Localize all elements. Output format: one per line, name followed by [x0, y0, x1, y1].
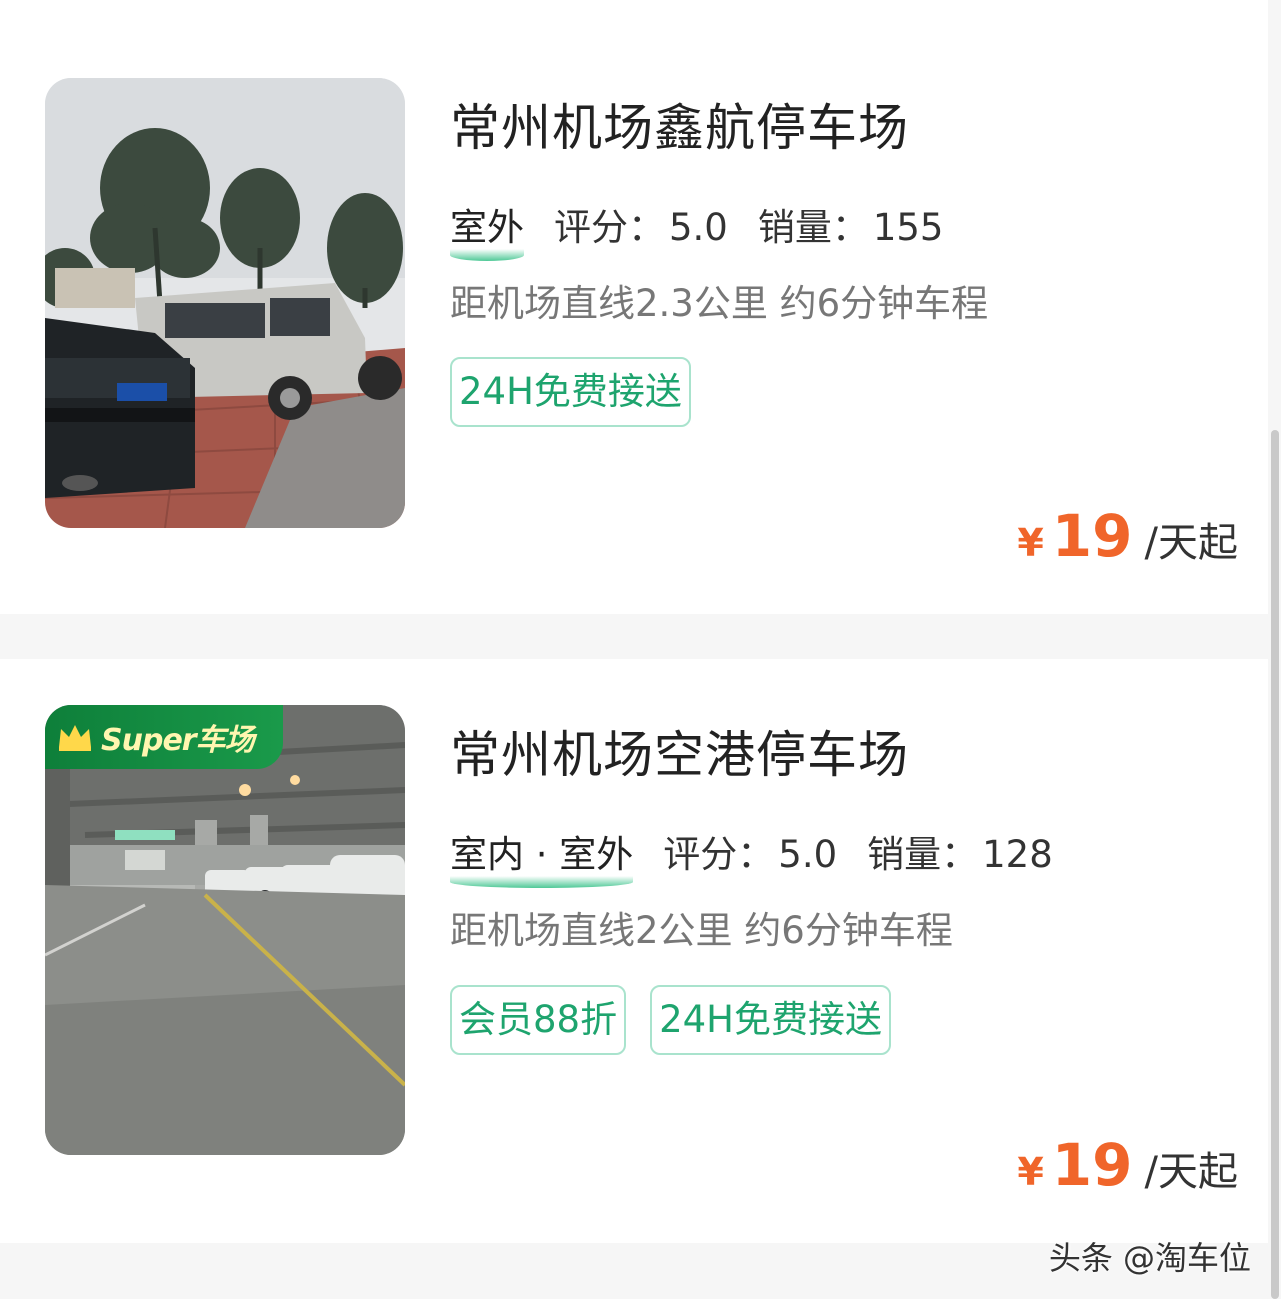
- watermark: 头条 @淘车位: [1048, 1239, 1251, 1277]
- rating-value: 5.0: [669, 206, 728, 249]
- parking-lot-photo[interactable]: Super车场: [45, 705, 405, 1155]
- scrollbar[interactable]: [1271, 430, 1279, 1299]
- sales-value: 155: [872, 206, 944, 249]
- price-value: 19: [1051, 502, 1133, 570]
- rating-label: 评分：: [554, 206, 665, 249]
- location-type: 室外: [450, 197, 524, 261]
- sales-label: 销量：: [867, 833, 979, 876]
- price-unit: /天起: [1144, 520, 1238, 566]
- listing-meta: 室内 · 室外 评分： 5.0 销量： 128: [450, 824, 1083, 888]
- tag-list: 24H免费接送: [450, 357, 691, 427]
- rating-value: 5.0: [778, 833, 838, 876]
- price: ¥ 19 /天起: [1017, 502, 1238, 570]
- parking-listing-card[interactable]: Super车场 常州机场空港停车场 室内 · 室外 评分： 5.0 销量： 12…: [0, 659, 1268, 1243]
- parking-listing-card[interactable]: 常州机场鑫航停车场 室外 评分： 5.0 销量： 155 距机场直线2.3公里 …: [0, 0, 1268, 614]
- listing-meta: 室外 评分： 5.0 销量： 155: [450, 197, 973, 261]
- price-value: 19: [1051, 1131, 1133, 1199]
- sales-value: 128: [982, 833, 1053, 876]
- tag-free-shuttle: 24H免费接送: [450, 357, 691, 427]
- super-lot-badge-label: Super车场: [101, 723, 255, 758]
- currency-symbol: ¥: [1017, 521, 1044, 565]
- crown-icon: [59, 725, 91, 751]
- price-unit: /天起: [1144, 1149, 1238, 1195]
- listing-title[interactable]: 常州机场鑫航停车场: [450, 88, 909, 160]
- super-lot-badge: Super车场: [45, 705, 283, 769]
- distance-text: 距机场直线2公里 约6分钟车程: [450, 909, 953, 952]
- sales-label: 销量：: [757, 206, 869, 249]
- rating-label: 评分：: [663, 833, 775, 876]
- distance-text: 距机场直线2.3公里 约6分钟车程: [450, 282, 989, 325]
- outdoor-parking-photo: [45, 78, 405, 528]
- location-type: 室内 · 室外: [450, 824, 634, 888]
- currency-symbol: ¥: [1017, 1150, 1044, 1194]
- price: ¥ 19 /天起: [1017, 1131, 1238, 1199]
- tag-free-shuttle: 24H免费接送: [650, 985, 891, 1055]
- tag-member-discount: 会员88折: [450, 985, 627, 1055]
- tag-list: 会员88折 24H免费接送: [450, 985, 891, 1055]
- listing-title[interactable]: 常州机场空港停车场: [450, 715, 909, 787]
- parking-lot-photo[interactable]: [45, 78, 405, 528]
- indoor-parking-photo: [45, 705, 405, 1155]
